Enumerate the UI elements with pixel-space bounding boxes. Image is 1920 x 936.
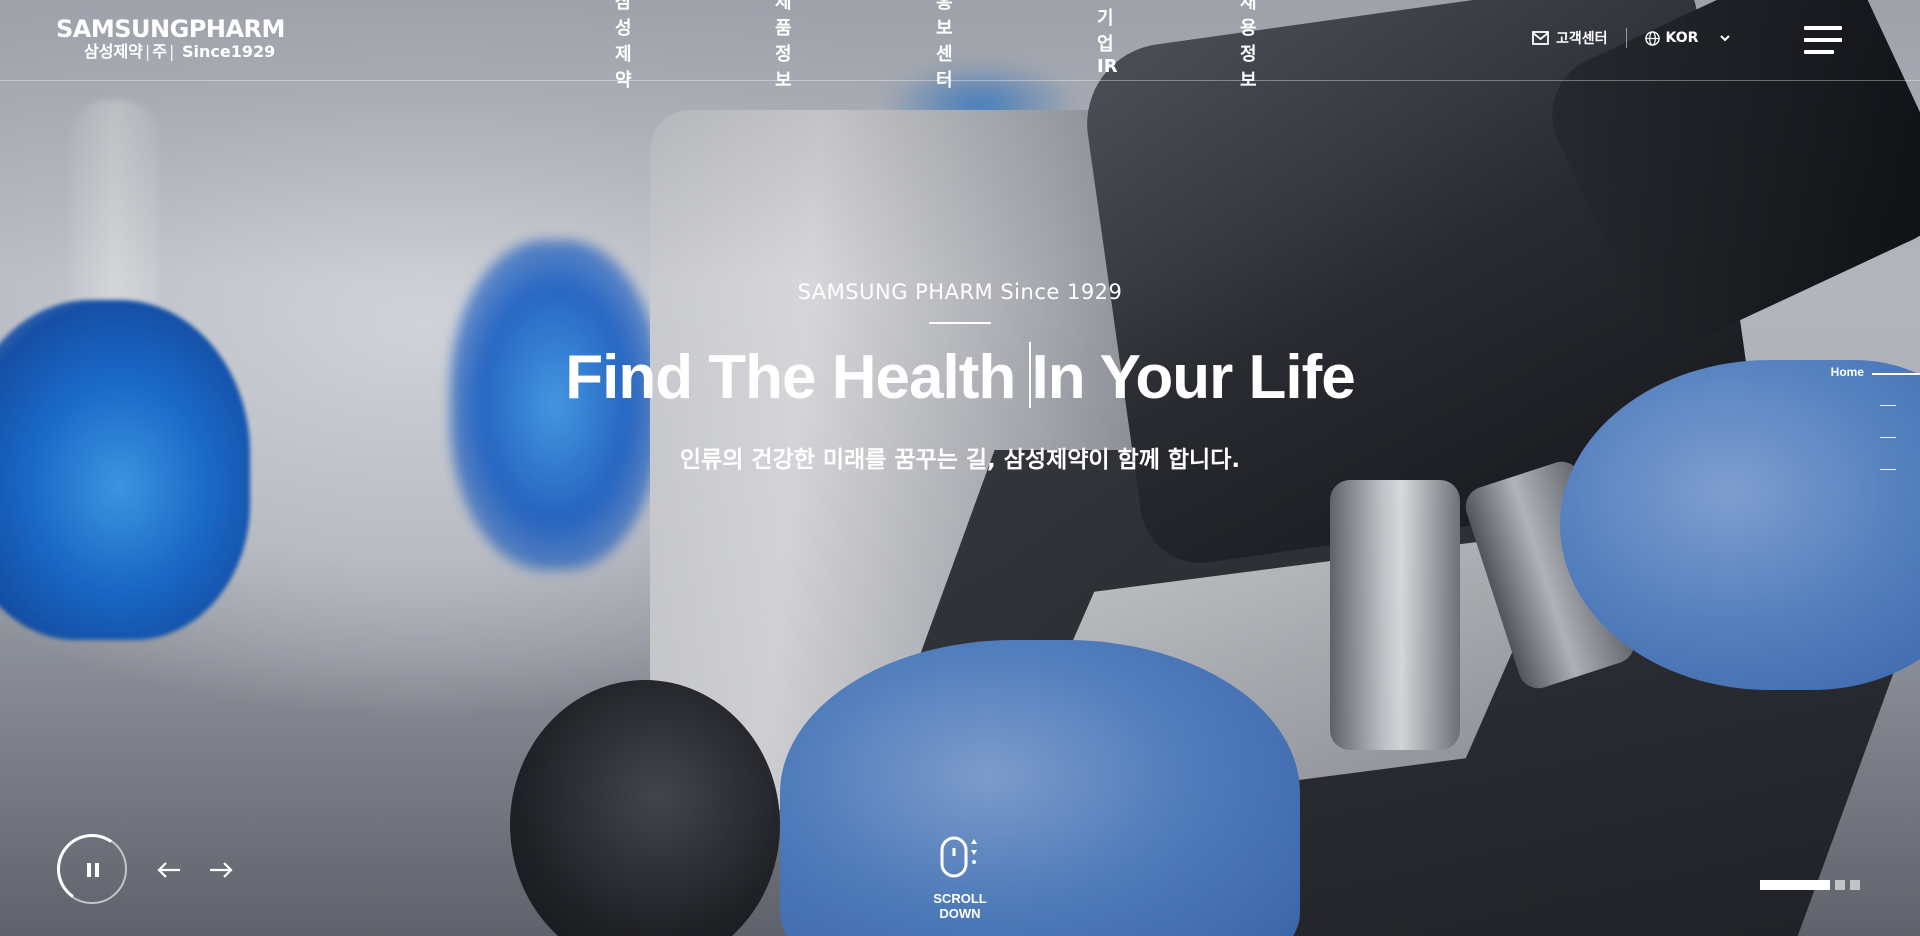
side-nav-label: Home [1830,365,1864,379]
mail-icon [1532,31,1549,45]
side-nav-indicator [1880,437,1896,438]
slideshow-pause-button[interactable] [51,828,133,910]
side-nav-item-3[interactable] [1800,426,1920,458]
nav-item-careers[interactable]: 채용정보 [1240,0,1257,92]
util-divider [1625,28,1627,48]
logo-corp-mark: 주 [152,42,168,61]
hamburger-menu-icon[interactable] [1804,26,1842,54]
logo-subtitle: 삼성제약 | 주 | Since1929 [84,42,285,62]
hero-divider [929,322,991,324]
scroll-down-indicator[interactable]: SCROLL DOWN [915,836,1005,921]
nav-item-products[interactable]: 제품정보 [775,0,792,92]
arrow-left-icon[interactable] [157,862,181,878]
nav-item-ir[interactable]: 기업IR [1097,4,1118,77]
arrow-right-icon[interactable] [209,862,233,878]
customer-center-link[interactable]: 고객센터 [1532,28,1608,48]
side-nav-item-2[interactable] [1800,394,1920,426]
header-utilities: 고객센터 KOR [1532,28,1731,48]
hero-subtitle: 인류의 건강한 미래를 꿈꾸는 길, 삼성제약이 함께 합니다. [679,447,1241,473]
side-nav-item-home[interactable]: Home [1800,362,1920,394]
language-selector[interactable]: KOR [1644,30,1731,46]
language-current: KOR [1665,30,1699,46]
hero-title: Find The Health In Your Life [0,342,1920,413]
nav-item-company[interactable]: 삼성제약 [615,0,632,92]
chevron-down-icon [1720,34,1731,41]
logo-korean-name: 삼성제약 [84,42,143,61]
pagination-dot[interactable] [1835,880,1845,890]
logo-since: Since1929 [181,42,276,61]
section-side-nav: Home [1800,362,1920,490]
scroll-down-label: SCROLL DOWN [933,891,987,921]
globe-icon [1644,30,1660,46]
side-nav-indicator-active [1872,373,1920,375]
logo-brand: SAMSUNGPHARM [56,15,285,43]
side-nav-indicator [1880,405,1896,406]
site-header: SAMSUNGPHARM 삼성제약 | 주 | Since1929 삼성제약 제품정보… [0,0,1920,91]
hero-eyebrow: SAMSUNG PHARM Since 1929 [797,280,1123,304]
site-logo[interactable]: SAMSUNGPHARM 삼성제약 | 주 | Since1929 [56,16,285,62]
pause-icon [87,863,99,877]
pagination-dot-active[interactable] [1760,880,1830,890]
pagination-dot[interactable] [1850,880,1860,890]
hero-title-part1: Find The Health [565,343,1032,412]
logo-separator: | [144,42,151,61]
mouse-scroll-icon [940,836,977,878]
slide-pagination [1760,880,1860,890]
hero-title-part2: In Your Life [1031,343,1355,412]
customer-center-label: 고객센터 [1556,31,1608,47]
logo-separator-2: | [169,42,175,61]
side-nav-indicator [1880,469,1896,470]
nav-item-pr-center[interactable]: 홍보센터 [936,0,953,92]
side-nav-item-4[interactable] [1800,458,1920,490]
